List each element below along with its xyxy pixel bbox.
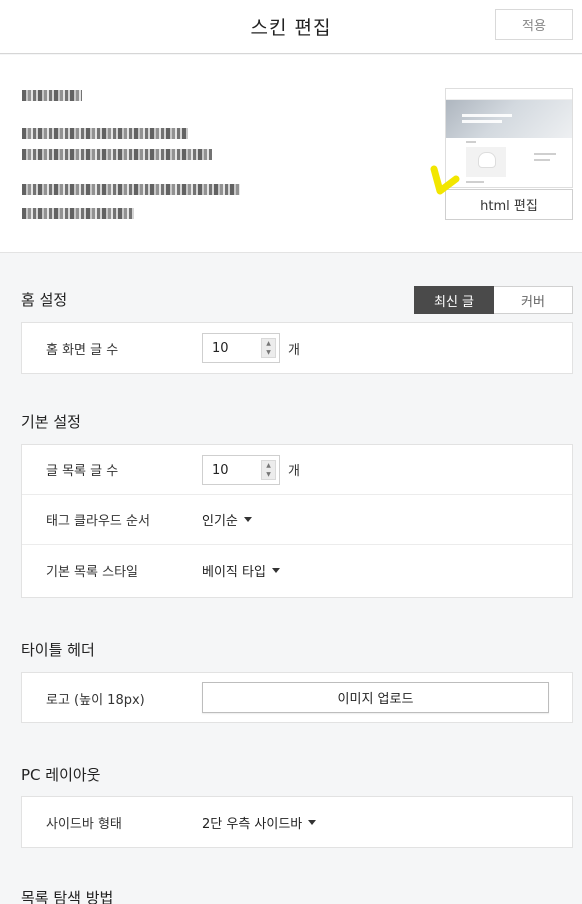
tag-cloud-label: 태그 클라우드 순서 — [46, 514, 150, 529]
skin-author-redacted — [22, 208, 134, 219]
list-nav-title: 목록 탐색 방법 — [21, 889, 114, 904]
post-count-stepper[interactable]: 10 ▲ ▼ — [202, 455, 280, 485]
skin-description-redacted — [22, 128, 188, 139]
sidebar-label: 사이드바 형태 — [46, 816, 122, 832]
top-bar: 스킨 편집 적용 — [0, 0, 582, 54]
sidebar-row: 사이드바 형태 2단 우측 사이드바 — [22, 797, 572, 847]
chevron-down-icon[interactable]: ▼ — [266, 471, 271, 478]
caret-down-icon — [243, 517, 252, 522]
pc-layout-title: PC 레이아웃 — [21, 766, 101, 784]
skin-description-redacted — [22, 149, 212, 160]
post-count-label: 글 목록 글 수 — [46, 464, 119, 479]
caret-down-icon — [308, 819, 317, 825]
home-type-toggle: 최신 글 커버 — [414, 286, 573, 314]
skin-preview-thumbnail — [445, 88, 573, 188]
sidebar-value: 2단 우측 사이드바 — [202, 816, 303, 832]
post-count-value: 10 — [212, 462, 229, 478]
home-post-count-unit: 개 — [288, 342, 300, 358]
image-upload-button[interactable]: 이미지 업로드 — [202, 682, 549, 713]
logo-label: 로고 (높이 18px) — [46, 692, 145, 708]
tag-cloud-value: 인기순 — [202, 514, 238, 529]
home-post-count-label: 홈 화면 글 수 — [46, 342, 119, 358]
list-style-dropdown[interactable]: 베이직 타입 — [202, 545, 280, 595]
pc-layout-card: 사이드바 형태 2단 우측 사이드바 — [21, 796, 573, 848]
title-header-card: 로고 (높이 18px) 이미지 업로드 — [21, 672, 573, 723]
basic-settings-card: 글 목록 글 수 10 ▲ ▼ 개 태그 클라우드 순서 인기순 기본 목록 스타… — [21, 444, 573, 598]
chevron-up-icon[interactable]: ▲ — [266, 462, 271, 469]
post-count-unit: 개 — [288, 464, 300, 479]
list-style-label: 기본 목록 스타일 — [46, 564, 138, 580]
basic-settings-title: 기본 설정 — [21, 413, 81, 431]
home-type-cover[interactable]: 커버 — [494, 286, 573, 314]
home-post-count-stepper[interactable]: 10 ▲ ▼ — [202, 333, 280, 363]
sidebar-dropdown[interactable]: 2단 우측 사이드바 — [202, 797, 317, 847]
tag-cloud-row: 태그 클라우드 순서 인기순 — [22, 495, 572, 545]
chevron-down-icon[interactable]: ▼ — [266, 349, 271, 356]
skin-author-redacted — [22, 184, 240, 195]
home-settings-card: 홈 화면 글 수 10 ▲ ▼ 개 — [21, 322, 573, 374]
post-count-row: 글 목록 글 수 10 ▲ ▼ 개 — [22, 445, 572, 495]
chevron-up-icon[interactable]: ▲ — [266, 340, 271, 347]
home-type-latest-posts[interactable]: 최신 글 — [414, 286, 494, 314]
skin-name-redacted — [22, 90, 82, 101]
spin-buttons[interactable]: ▲ ▼ — [261, 338, 276, 358]
list-style-row: 기본 목록 스타일 베이직 타입 — [22, 545, 572, 595]
caret-down-icon — [271, 567, 280, 573]
highlight-cursor-icon — [430, 165, 460, 195]
logo-row: 로고 (높이 18px) 이미지 업로드 — [22, 673, 572, 723]
skin-info-panel: html 편집 — [0, 55, 582, 253]
home-settings-title: 홈 설정 — [21, 291, 68, 309]
home-post-count-value: 10 — [212, 340, 229, 356]
tag-cloud-dropdown[interactable]: 인기순 — [202, 495, 252, 544]
title-header-title: 타이틀 헤더 — [21, 641, 95, 659]
list-style-value: 베이직 타입 — [202, 564, 266, 580]
apply-button[interactable]: 적용 — [495, 9, 573, 40]
html-edit-button[interactable]: html 편집 — [445, 189, 573, 220]
spin-buttons[interactable]: ▲ ▼ — [261, 460, 276, 480]
home-post-count-row: 홈 화면 글 수 10 ▲ ▼ 개 — [22, 323, 572, 373]
